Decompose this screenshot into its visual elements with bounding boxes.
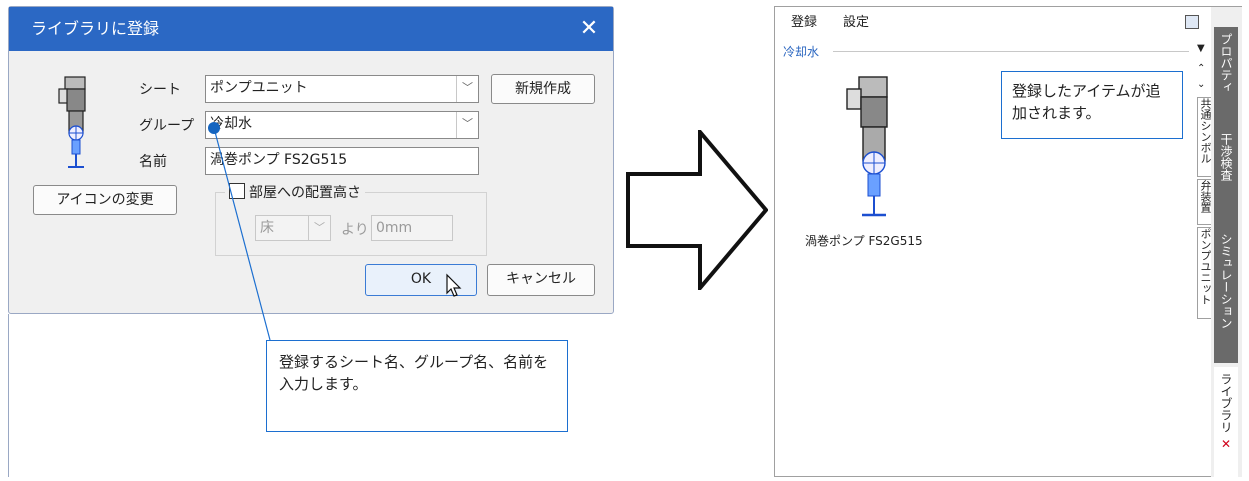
left-callout-text: 登録するシート名、グループ名、名前を入力します。 <box>279 353 549 393</box>
tab-simulation[interactable]: シミュレーション <box>1214 227 1238 363</box>
left-callout-leader <box>213 127 271 341</box>
right-callout: 登録したアイテムが追加されます。 <box>1001 71 1183 139</box>
left-callout: 登録するシート名、グループ名、名前を入力します。 <box>266 340 568 432</box>
tab-properties[interactable]: プロパティ <box>1214 27 1238 129</box>
page-border-line <box>8 314 9 477</box>
left-callout-dot <box>208 122 220 134</box>
tab-simulation-label: シミュレーション <box>1219 233 1233 329</box>
item-caption[interactable]: 渦巻ポンプ FS2G515 <box>805 232 923 249</box>
tab-library-label: ライブラリ <box>1219 373 1233 433</box>
right-callout-text: 登録したアイテムが追加されます。 <box>1012 82 1161 122</box>
chevron-up-icon[interactable]: ⌃ <box>1197 63 1205 74</box>
side-dock-tabs: プロパティ 干渉検査 シミュレーション ライブラリ ✕ <box>1211 7 1242 481</box>
grid-view-icon[interactable] <box>1185 15 1199 29</box>
chevron-down-icon[interactable]: ⌄ <box>1197 79 1205 90</box>
menu-settings[interactable]: 設定 <box>843 7 869 39</box>
panel-menubar: 登録 設定 <box>775 7 1205 39</box>
tab-interference-check[interactable]: 干渉検査 <box>1214 127 1238 229</box>
tab-library[interactable]: ライブラリ ✕ <box>1214 367 1238 481</box>
library-panel: 登録 設定 冷却水 渦巻ポンプ FS2G515 登録したアイテムが追加されます。… <box>774 6 1242 481</box>
tab-properties-label: プロパティ <box>1219 33 1233 93</box>
triangle-down-icon[interactable]: ▼ <box>1197 43 1205 54</box>
arrow-right-icon <box>626 130 768 290</box>
pump-item-icon[interactable] <box>843 75 903 225</box>
group-divider <box>833 51 1189 52</box>
tab-interference-label: 干渉検査 <box>1219 133 1233 181</box>
close-icon[interactable]: ✕ <box>1219 437 1233 451</box>
menu-register[interactable]: 登録 <box>791 7 817 39</box>
group-header: 冷却水 <box>783 45 820 59</box>
